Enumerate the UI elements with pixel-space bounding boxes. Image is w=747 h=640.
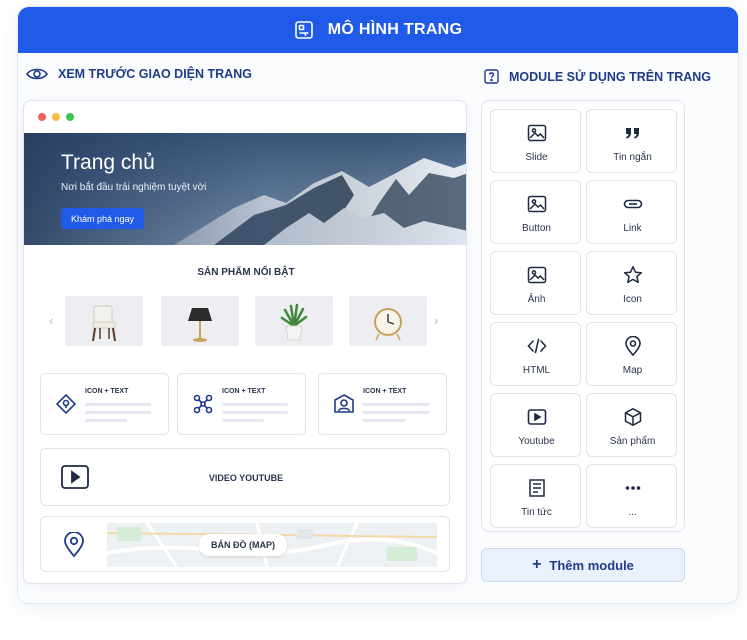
hero-title: Trang chủ xyxy=(61,151,155,174)
hero-banner: Trang chủ Nơi bắt đầu trải nghiệm tuyệt … xyxy=(24,133,466,245)
icon-text-card-2[interactable]: ICON + TEXT xyxy=(177,373,306,435)
module-label: ... xyxy=(628,507,637,518)
question-box-icon xyxy=(484,69,499,84)
video-label: VIDEO YOUTUBE xyxy=(208,473,284,483)
icon-text-label: ICON + TEXT xyxy=(363,388,407,395)
preview-title-text: XEM TRƯỚC GIAO DIỆN TRANG xyxy=(58,67,252,81)
module-icon[interactable]: Icon xyxy=(586,251,677,315)
text-placeholder-line xyxy=(85,403,151,406)
maximize-dot xyxy=(66,113,74,121)
map-pin-icon xyxy=(64,532,84,558)
icon-text-card-1[interactable]: ICON + TEXT xyxy=(40,373,169,435)
image-icon xyxy=(527,124,547,142)
module-youtube[interactable]: Youtube xyxy=(490,393,581,457)
text-placeholder-line xyxy=(222,419,264,422)
modules-panel: Slide Tin ngắn Button Link Ảnh Icon HTML… xyxy=(481,100,685,532)
module-html[interactable]: HTML xyxy=(490,322,581,386)
text-placeholder-line xyxy=(222,403,288,406)
location-diamond-icon xyxy=(55,393,77,415)
icon-text-label: ICON + TEXT xyxy=(222,388,266,395)
image-icon xyxy=(527,195,547,213)
chevron-right-icon[interactable]: › xyxy=(434,313,438,328)
window-controls xyxy=(24,101,466,133)
add-module-button[interactable]: + Thêm module xyxy=(481,548,685,582)
quote-icon xyxy=(626,128,639,139)
module-map[interactable]: Map xyxy=(586,322,677,386)
product-clock[interactable] xyxy=(349,296,427,346)
module-label: Youtube xyxy=(518,436,555,447)
module-label: Tin tức xyxy=(521,507,552,518)
card-header: MÔ HÌNH TRANG xyxy=(18,7,738,53)
modules-section-title: MODULE SỬ DỤNG TRÊN TRANG xyxy=(484,69,711,84)
module-button[interactable]: Button xyxy=(490,180,581,244)
module-san-pham[interactable]: Sản phẩm xyxy=(586,393,677,457)
text-placeholder-line xyxy=(85,411,151,414)
news-icon xyxy=(529,479,545,497)
page-preview-window: Trang chủ Nơi bắt đầu trải nghiệm tuyệt … xyxy=(23,100,467,584)
network-icon xyxy=(193,394,213,414)
module-label: Sản phẩm xyxy=(609,436,656,447)
map-block[interactable]: BẢN ĐỒ (MAP) xyxy=(40,516,450,572)
text-placeholder-line xyxy=(363,411,429,414)
play-icon xyxy=(527,409,547,425)
module-label: HTML xyxy=(522,365,551,376)
video-youtube-block[interactable]: VIDEO YOUTUBE xyxy=(40,448,450,506)
text-placeholder-line xyxy=(363,403,429,406)
module-label: Link xyxy=(623,223,642,234)
add-module-label: Thêm module xyxy=(549,557,634,573)
preview-section-title: XEM TRƯỚC GIAO DIỆN TRANG xyxy=(26,67,252,81)
product-lamp[interactable] xyxy=(161,296,239,346)
hero-subtitle: Nơi bắt đầu trải nghiệm tuyệt vời xyxy=(61,182,207,193)
plant-image xyxy=(255,296,333,346)
link-icon xyxy=(623,199,643,209)
text-placeholder-line xyxy=(85,419,127,422)
module-label: Ảnh xyxy=(527,294,546,305)
clock-image xyxy=(349,296,427,346)
user-frame-icon xyxy=(334,394,354,413)
text-placeholder-line xyxy=(222,411,288,414)
module-link[interactable]: Link xyxy=(586,180,677,244)
layout-icon xyxy=(294,21,313,39)
explore-button[interactable]: Khám phá ngay xyxy=(61,208,145,229)
plus-icon: + xyxy=(532,556,542,573)
module-label: Slide xyxy=(525,152,548,163)
module-anh[interactable]: Ảnh xyxy=(490,251,581,315)
eye-icon xyxy=(26,68,48,80)
chair-image xyxy=(65,296,143,346)
module-slide[interactable]: Slide xyxy=(490,109,581,173)
map-label: BẢN ĐỒ (MAP) xyxy=(199,534,287,556)
box-icon xyxy=(624,408,642,426)
module-more[interactable]: ... xyxy=(586,464,677,528)
module-tin-ngan[interactable]: Tin ngắn xyxy=(586,109,677,173)
minimize-dot xyxy=(52,113,60,121)
product-chair[interactable] xyxy=(65,296,143,346)
text-placeholder-line xyxy=(363,419,405,422)
module-label: Button xyxy=(522,223,551,234)
product-plant[interactable] xyxy=(255,296,333,346)
icon-text-card-3[interactable]: ICON + TEXT xyxy=(318,373,447,435)
star-icon xyxy=(623,266,643,284)
map-pin-icon xyxy=(625,336,641,356)
featured-products-title: SẢN PHẨM NỔI BẬT xyxy=(197,267,295,278)
image-icon xyxy=(527,266,547,284)
code-icon xyxy=(527,338,547,354)
page-title: MÔ HÌNH TRANG xyxy=(327,21,463,38)
modules-title-text: MODULE SỬ DỤNG TRÊN TRANG xyxy=(509,69,712,84)
more-icon xyxy=(625,486,641,490)
chevron-left-icon[interactable]: ‹ xyxy=(49,313,53,328)
module-label: Tin ngắn xyxy=(613,152,652,163)
close-dot xyxy=(38,113,46,121)
lamp-image xyxy=(161,296,239,346)
module-label: Icon xyxy=(623,294,642,305)
icon-text-label: ICON + TEXT xyxy=(85,388,129,395)
module-tin-tuc[interactable]: Tin tức xyxy=(490,464,581,528)
module-label: Map xyxy=(622,365,643,376)
